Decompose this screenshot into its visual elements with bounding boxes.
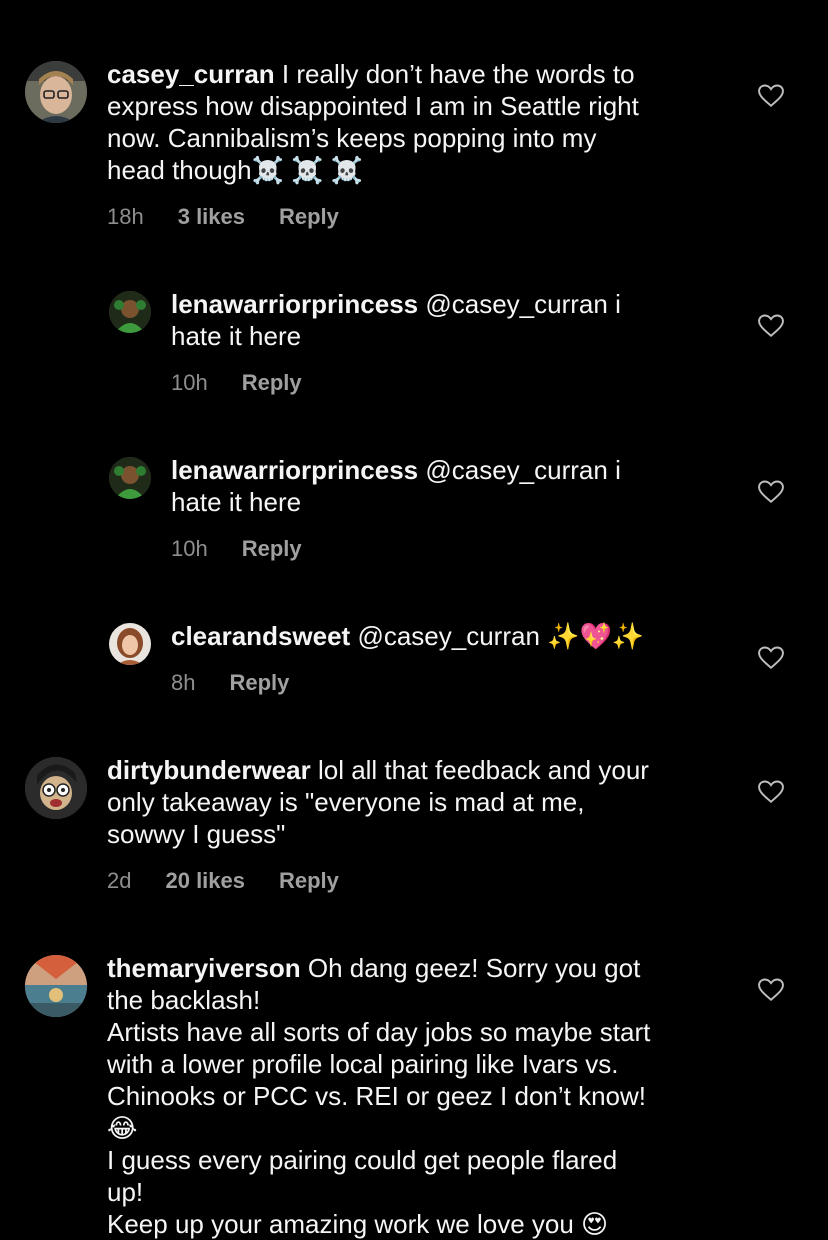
likes-count[interactable]: 20 likes	[165, 868, 245, 894]
avatar[interactable]	[25, 955, 87, 1017]
reply-button[interactable]: Reply	[229, 670, 289, 696]
timestamp: 2d	[107, 868, 132, 893]
reply-button[interactable]: Reply	[279, 868, 339, 894]
heart-outline-icon[interactable]	[758, 978, 784, 1002]
heart-outline-icon[interactable]	[758, 314, 784, 338]
comment-text: lenawarriorprincess @casey_curran i hate…	[171, 455, 621, 517]
comment-text: themaryiverson Oh dang geez! Sorry you g…	[107, 953, 651, 1239]
avatar[interactable]	[109, 291, 151, 333]
comment-meta: 8h Reply	[171, 670, 289, 696]
reply-button[interactable]: Reply	[242, 536, 302, 562]
comment-text: clearandsweet @casey_curran ✨💖✨	[171, 620, 731, 652]
heart-outline-icon[interactable]	[758, 780, 784, 804]
username[interactable]: lenawarriorprincess	[171, 289, 418, 319]
username[interactable]: lenawarriorprincess	[171, 455, 418, 485]
username[interactable]: themaryiverson	[107, 953, 301, 983]
avatar[interactable]	[109, 457, 151, 499]
timestamp: 10h	[171, 536, 208, 561]
timestamp: 10h	[171, 370, 208, 395]
reply-button[interactable]: Reply	[242, 370, 302, 396]
username[interactable]: clearandsweet	[171, 621, 350, 651]
comment-text: dirtybunderwear lol all that feedback an…	[107, 755, 649, 849]
reply-button[interactable]: Reply	[279, 204, 339, 230]
username[interactable]: casey_curran	[107, 59, 275, 89]
laughing-emoji: 😂	[107, 1113, 138, 1143]
comment-meta: 2d 20 likes Reply	[107, 868, 339, 894]
comment-text: lenawarriorprincess @casey_curran i hate…	[171, 289, 621, 351]
avatar[interactable]	[25, 61, 87, 123]
comment-meta: 10h Reply	[171, 536, 302, 562]
skull-emoji: ☠️ ☠️ ☠️	[251, 155, 364, 185]
comment-meta: 18h 3 likes Reply	[107, 204, 339, 230]
mention[interactable]: @casey_curran	[425, 289, 607, 319]
avatar[interactable]	[109, 623, 151, 665]
username[interactable]: dirtybunderwear	[107, 755, 311, 785]
comment-meta: 10h Reply	[171, 370, 302, 396]
timestamp: 18h	[107, 204, 144, 229]
timestamp: 8h	[171, 670, 196, 695]
heart-outline-icon[interactable]	[758, 646, 784, 670]
comment-text: casey_curran I really don’t have the wor…	[107, 59, 639, 185]
mention[interactable]: @casey_curran	[357, 621, 539, 651]
heart-outline-icon[interactable]	[758, 84, 784, 108]
sparkle-heart-emoji: ✨💖✨	[547, 621, 645, 651]
avatar[interactable]	[25, 757, 87, 819]
heart-outline-icon[interactable]	[758, 480, 784, 504]
mention[interactable]: @casey_curran	[425, 455, 607, 485]
likes-count[interactable]: 3 likes	[178, 204, 245, 230]
